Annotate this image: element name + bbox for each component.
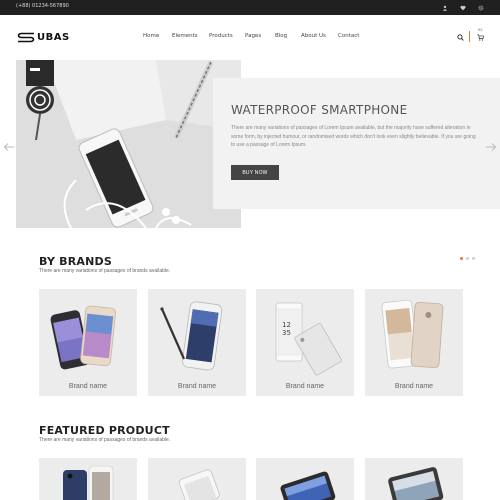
brand-card[interactable]: 12 35 Brand name [256, 289, 354, 396]
main-nav: Home Elements Products Pages Blog About … [0, 33, 500, 42]
featured-subtitle: There are many variations of passages of… [39, 437, 171, 443]
cart-icon[interactable] [475, 32, 485, 42]
brand-card[interactable]: Brand name [148, 289, 246, 396]
nav-item-home[interactable]: Home [143, 33, 159, 39]
slider-dot[interactable] [460, 257, 463, 260]
nav-item-blog[interactable]: Blog [275, 33, 287, 39]
brand-name[interactable]: Brand name [39, 383, 137, 390]
slider-dot[interactable] [466, 257, 469, 260]
search-icon[interactable] [455, 32, 465, 42]
nav-item-products[interactable]: Products [209, 33, 233, 39]
nav-item-about-us[interactable]: About Us [301, 33, 326, 39]
hero-slider: WATERPROOF SMARTPHONE There are many var… [16, 60, 500, 260]
hero-image [16, 60, 241, 228]
featured-title: FEATURED PRODUCT [39, 424, 170, 437]
hero-text: There are many variations of passages of… [231, 125, 476, 148]
brands-subtitle: There are many variations of passages of… [39, 268, 171, 274]
buy-now-button[interactable]: BUY NOW [231, 165, 279, 180]
product-image [50, 305, 116, 370]
hero-title: WATERPROOF SMARTPHONE [231, 103, 408, 117]
prev-arrow-icon[interactable] [3, 142, 15, 152]
hero-content-box: WATERPROOF SMARTPHONE There are many var… [213, 78, 500, 209]
nav-item-elements[interactable]: Elements [172, 33, 198, 39]
header: UBAS Home Elements Products Pages Blog A… [0, 15, 500, 60]
next-arrow-icon[interactable] [485, 142, 497, 152]
product-image: 12 35 [275, 302, 342, 376]
product-image [381, 299, 444, 369]
settings-icon[interactable] [476, 3, 485, 12]
nav-item-contact[interactable]: Contact [338, 33, 359, 39]
slider-dot[interactable] [472, 257, 475, 260]
svg-text:35: 35 [282, 329, 291, 337]
product-card[interactable] [365, 458, 463, 500]
heart-icon[interactable] [458, 3, 467, 12]
phone-number: (+88) 01234-567890 [16, 3, 69, 9]
product-image [388, 467, 444, 500]
brand-name[interactable]: Brand name [365, 383, 463, 390]
product-card[interactable] [256, 458, 354, 500]
product-card[interactable] [39, 458, 137, 500]
brands-title: BY BRANDS [39, 255, 113, 268]
top-bar: (+88) 01234-567890 [0, 0, 500, 15]
product-image [63, 465, 114, 500]
product-card[interactable] [148, 458, 246, 500]
svg-text:12: 12 [282, 321, 291, 329]
product-image [280, 471, 336, 500]
nav-item-pages[interactable]: Pages [245, 33, 261, 39]
brand-card[interactable]: Brand name [365, 289, 463, 396]
brand-name[interactable]: Brand name [256, 383, 354, 390]
brand-card[interactable]: Brand name [39, 289, 137, 396]
product-image [178, 469, 220, 500]
product-image [160, 301, 223, 371]
user-icon[interactable] [440, 3, 449, 12]
slider-pagination [460, 257, 475, 260]
header-divider [469, 31, 470, 42]
brand-name[interactable]: Brand name [148, 383, 246, 390]
